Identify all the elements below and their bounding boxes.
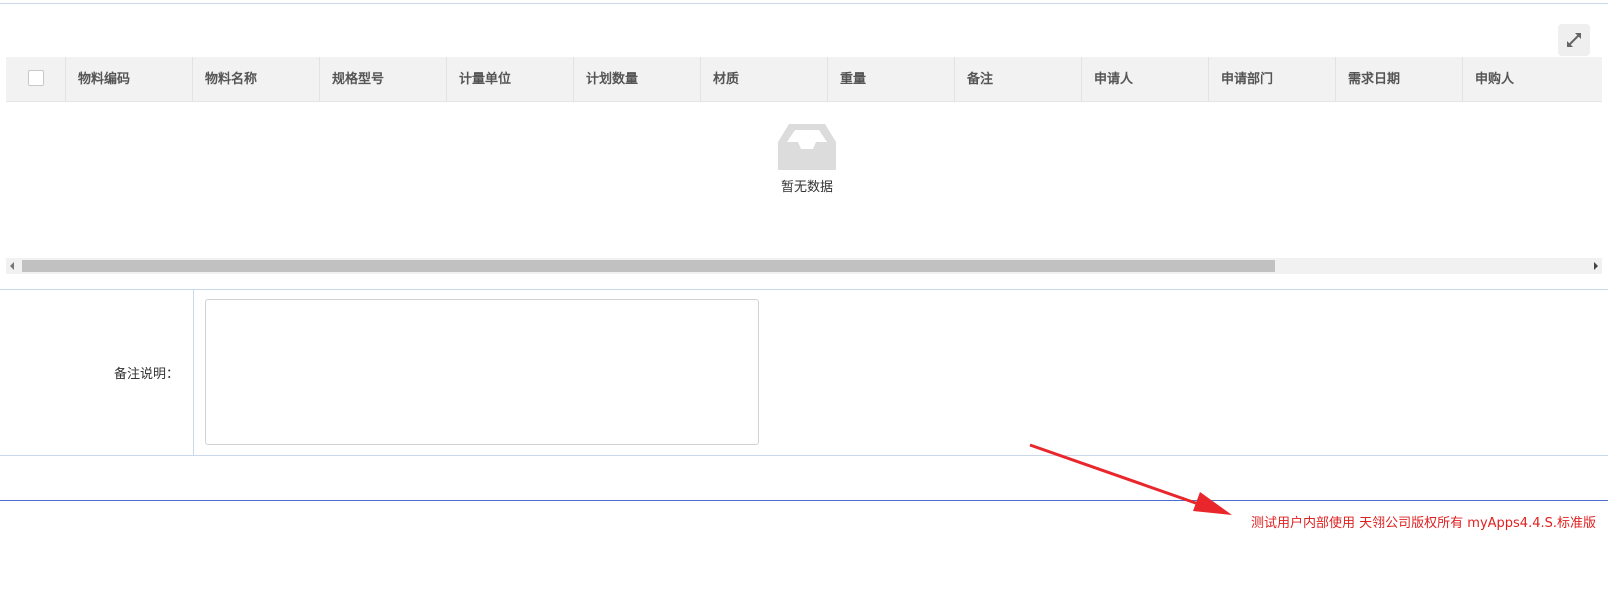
column-header-material-name[interactable]: 物料名称	[192, 57, 319, 102]
column-header-department[interactable]: 申请部门	[1208, 57, 1335, 102]
empty-state: 暂无数据	[772, 122, 842, 195]
remark-label-cell: 备注说明：	[0, 290, 194, 455]
table-header: 物料编码 物料名称 规格型号 计量单位 计划数量 材质 重量 备注 申请人 申请…	[6, 57, 1602, 102]
horizontal-scrollbar[interactable]	[6, 258, 1602, 274]
scrollbar-thumb[interactable]	[22, 260, 1275, 272]
remark-textarea[interactable]	[205, 299, 759, 445]
top-divider	[0, 3, 1608, 4]
material-table: 物料编码 物料名称 规格型号 计量单位 计划数量 材质 重量 备注 申请人 申请…	[6, 57, 1602, 281]
red-arrow-annotation	[1029, 443, 1232, 515]
scroll-left-icon[interactable]	[10, 262, 14, 270]
empty-state-text: 暂无数据	[780, 180, 833, 195]
column-header-unit[interactable]: 计量单位	[446, 57, 573, 102]
column-header-demand-date[interactable]: 需求日期	[1335, 57, 1462, 102]
column-header-material-code[interactable]: 物料编码	[65, 57, 192, 102]
remark-label: 备注说明：	[113, 367, 179, 382]
column-header-plan-qty[interactable]: 计划数量	[573, 57, 700, 102]
column-header-remark[interactable]: 备注	[954, 57, 1081, 102]
scroll-right-icon[interactable]	[1594, 262, 1598, 270]
column-header-spec-model[interactable]: 规格型号	[319, 57, 446, 102]
select-all-checkbox[interactable]	[28, 70, 44, 86]
column-header-applicant[interactable]: 申请人	[1081, 57, 1208, 102]
column-header-weight[interactable]: 重量	[827, 57, 954, 102]
column-header-material-quality[interactable]: 材质	[700, 57, 827, 102]
expand-icon	[1567, 33, 1581, 47]
empty-inbox-icon	[778, 124, 836, 170]
select-all-cell	[6, 57, 65, 102]
copyright-note: 测试用户内部使用 天翎公司版权所有 myApps4.4.S.标准版	[1251, 516, 1596, 531]
column-header-purchaser[interactable]: 申购人	[1462, 57, 1602, 102]
fullscreen-button[interactable]	[1558, 24, 1590, 56]
bottom-divider	[0, 500, 1608, 501]
remark-form-row: 备注说明：	[0, 289, 1608, 456]
